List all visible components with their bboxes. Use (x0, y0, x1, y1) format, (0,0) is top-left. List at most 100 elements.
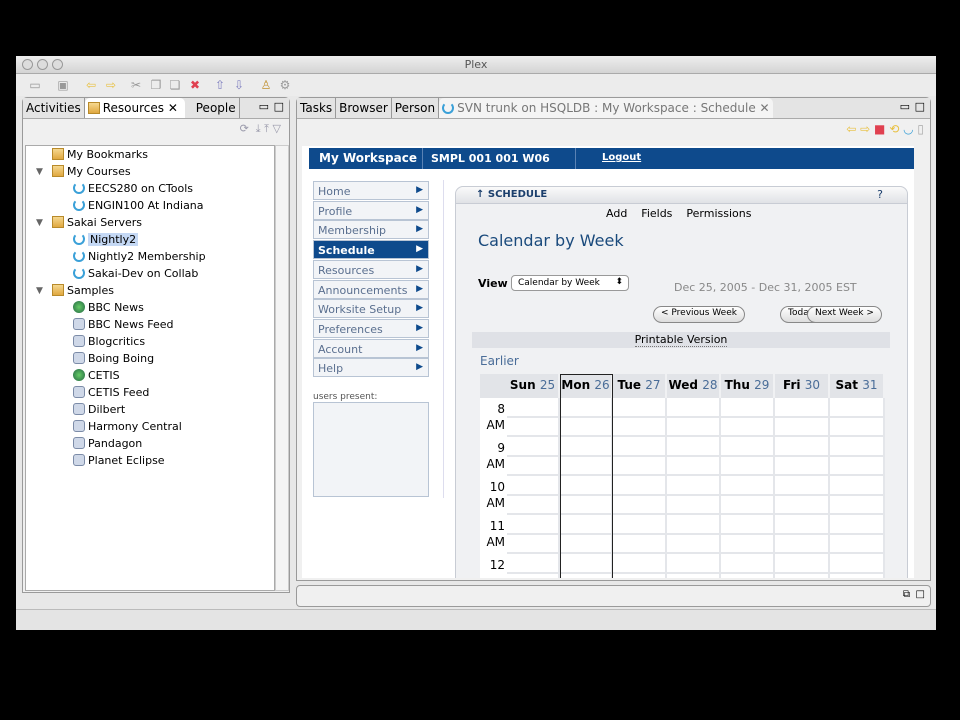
time-slot[interactable] (560, 573, 613, 578)
tree-item[interactable]: Nightly2 Membership (73, 249, 206, 265)
nav-item-home[interactable]: Home ▶ (313, 181, 429, 200)
tab-resources[interactable]: Resources ✕ (84, 98, 185, 118)
time-slot[interactable] (775, 554, 830, 574)
time-slot[interactable] (830, 554, 885, 574)
view-menu-icon[interactable]: ▽ (273, 122, 281, 135)
previous-week-button[interactable]: < Previous Week (653, 306, 745, 323)
time-slot[interactable] (560, 417, 613, 437)
time-slot[interactable] (507, 534, 560, 554)
time-slot[interactable] (775, 573, 830, 578)
nav-item-help[interactable]: Help ▶ (313, 358, 429, 378)
day-header[interactable]: Mon 26 (560, 374, 611, 398)
time-slot[interactable] (507, 476, 560, 496)
back-icon[interactable]: ⇦ (846, 122, 856, 136)
time-slot[interactable] (507, 398, 560, 418)
restore-icon[interactable]: ⧉ (903, 589, 910, 600)
tree-item[interactable]: Planet Eclipse (73, 453, 165, 469)
close-tab-icon[interactable]: ✕ (760, 101, 770, 115)
nav-item-worksite-setup[interactable]: Worksite Setup ▶ (313, 299, 429, 319)
time-slot[interactable] (667, 534, 721, 554)
time-slot[interactable] (667, 398, 721, 418)
day-header[interactable]: Thu 29 (721, 374, 773, 398)
nav-item-resources[interactable]: Resources ▶ (313, 259, 429, 279)
day-header[interactable]: Wed 28 (667, 374, 719, 398)
nav-item-profile[interactable]: Profile ▶ (313, 200, 429, 220)
forward-icon[interactable]: ⇨ (860, 122, 870, 136)
maximize-icon[interactable]: □ (916, 589, 925, 600)
delete-icon[interactable]: ✖ (188, 78, 202, 92)
fields-link[interactable]: Fields (641, 207, 672, 220)
import-icon[interactable]: ⤓ (256, 122, 261, 135)
tree-item[interactable]: ENGIN100 At Indiana (73, 198, 204, 214)
tree-item[interactable]: CETIS (73, 368, 120, 384)
new-window-icon[interactable]: ▯ (917, 122, 924, 136)
time-slot[interactable] (560, 515, 613, 535)
logout-link[interactable]: Logout (602, 152, 641, 163)
save-icon[interactable]: ▣ (56, 78, 70, 92)
time-slot[interactable] (721, 476, 775, 496)
expand-arrow-icon[interactable]: ▼ (36, 164, 43, 180)
time-slot[interactable] (830, 476, 885, 496)
tree-scrollbar[interactable] (275, 145, 289, 591)
move-up-icon[interactable]: ⇧ (213, 78, 227, 92)
tree-item[interactable]: Nightly2 (73, 232, 139, 248)
time-slot[interactable] (721, 437, 775, 457)
time-slot[interactable] (775, 437, 830, 457)
nav-item-account[interactable]: Account ▶ (313, 338, 429, 358)
new-icon[interactable]: ▭ (28, 78, 42, 92)
time-slot[interactable] (830, 437, 885, 457)
export-icon[interactable]: ⤒ (264, 122, 269, 135)
time-slot[interactable] (613, 437, 667, 457)
time-slot[interactable] (667, 495, 721, 515)
time-slot[interactable] (667, 476, 721, 496)
next-week-button[interactable]: Next Week > (807, 306, 882, 323)
person-icon[interactable]: ♙ (259, 78, 273, 92)
forward-icon[interactable]: ⇨ (104, 78, 118, 92)
time-slot[interactable] (613, 573, 667, 578)
time-slot[interactable] (507, 437, 560, 457)
time-slot[interactable] (613, 398, 667, 418)
time-slot[interactable] (775, 456, 830, 476)
minimize-icon[interactable]: ▭ (259, 100, 269, 113)
time-slot[interactable] (721, 456, 775, 476)
nav-item-membership[interactable]: Membership ▶ (313, 220, 429, 240)
sync-icon[interactable]: ⟳ (240, 122, 249, 135)
time-slot[interactable] (613, 495, 667, 515)
time-slot[interactable] (507, 515, 560, 535)
move-down-icon[interactable]: ⇩ (232, 78, 246, 92)
time-slot[interactable] (830, 398, 885, 418)
tree-item[interactable]: BBC News (73, 300, 144, 316)
tree-item[interactable]: EECS280 on CTools (73, 181, 193, 197)
time-slot[interactable] (830, 573, 885, 578)
my-workspace-link[interactable]: My Workspace (319, 151, 417, 165)
expand-arrow-icon[interactable]: ▼ (36, 215, 43, 231)
nav-item-announcements[interactable]: Announcements ▶ (313, 279, 429, 299)
time-slot[interactable] (667, 456, 721, 476)
time-slot[interactable] (830, 534, 885, 554)
time-slot[interactable] (775, 398, 830, 418)
time-slot[interactable] (507, 495, 560, 515)
time-slot[interactable] (721, 398, 775, 418)
settings-icon[interactable]: ⚙ (278, 78, 292, 92)
tree-item[interactable]: ▼ Sakai Servers (36, 215, 142, 231)
back-icon[interactable]: ⇦ (84, 78, 98, 92)
time-slot[interactable] (507, 417, 560, 437)
time-slot[interactable] (507, 554, 560, 574)
time-slot[interactable] (560, 437, 613, 457)
day-header[interactable]: Tue 27 (613, 374, 665, 398)
time-slot[interactable] (721, 554, 775, 574)
time-slot[interactable] (560, 495, 613, 515)
nav-item-schedule[interactable]: Schedule ▶ (313, 240, 429, 260)
help-link[interactable]: ? (877, 188, 883, 201)
time-slot[interactable] (613, 515, 667, 535)
time-slot[interactable] (830, 417, 885, 437)
tree-item[interactable]: ▼ My Courses (36, 164, 131, 180)
time-slot[interactable] (830, 515, 885, 535)
time-slot[interactable] (775, 534, 830, 554)
minimize-icon[interactable]: ▭ (900, 100, 910, 113)
time-slot[interactable] (775, 495, 830, 515)
earlier-link[interactable]: Earlier (480, 354, 519, 368)
time-slot[interactable] (775, 417, 830, 437)
time-slot[interactable] (721, 417, 775, 437)
copy-icon[interactable]: ❐ (149, 78, 163, 92)
